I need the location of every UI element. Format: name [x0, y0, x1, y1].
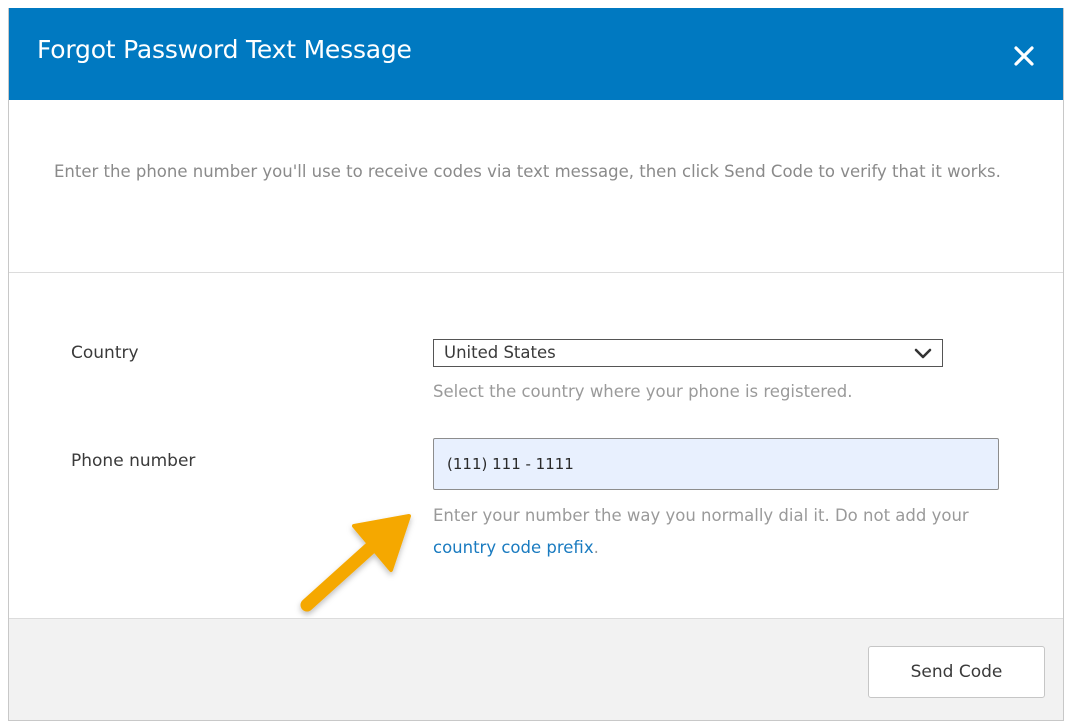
country-selected-value: United States — [444, 343, 556, 362]
phone-hint-text: Enter your number the way you normally d… — [433, 506, 969, 525]
phone-hint-suffix: . — [593, 538, 599, 557]
country-hint: Select the country where your phone is r… — [433, 382, 853, 401]
phone-label: Phone number — [71, 451, 196, 471]
phone-hint: Enter your number the way you normally d… — [433, 500, 1013, 564]
country-select[interactable]: United States — [433, 339, 943, 367]
intro-text: Enter the phone number you'll use to rec… — [54, 162, 1001, 181]
arrow-icon — [289, 508, 419, 628]
country-code-prefix-link[interactable]: country code prefix — [433, 538, 594, 557]
phone-number-input[interactable] — [433, 438, 999, 490]
forgot-password-dialog: Forgot Password Text Message Enter the p… — [8, 8, 1064, 721]
chevron-down-icon — [914, 346, 932, 360]
send-code-button[interactable]: Send Code — [868, 646, 1045, 698]
dialog-title: Forgot Password Text Message — [37, 35, 412, 64]
country-label: Country — [71, 343, 139, 363]
dialog-header: Forgot Password Text Message — [9, 8, 1063, 100]
dialog-footer: Send Code — [9, 618, 1063, 720]
divider — [9, 272, 1063, 273]
close-icon[interactable] — [1009, 41, 1039, 71]
